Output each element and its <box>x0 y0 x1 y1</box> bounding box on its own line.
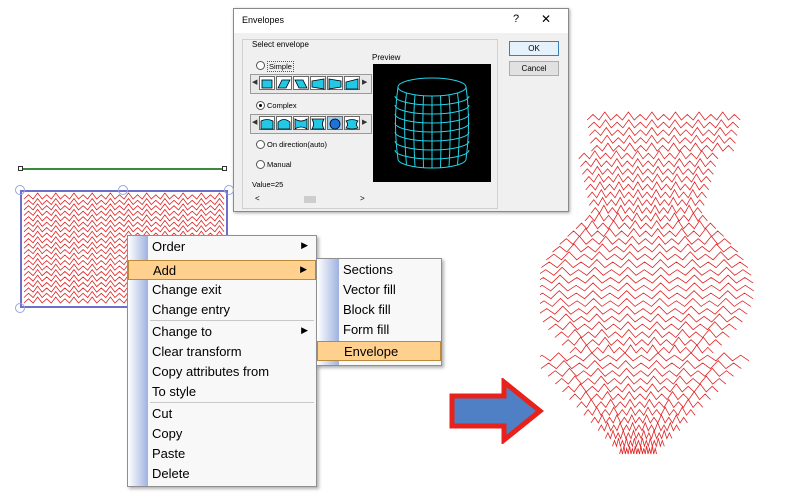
envelope-circle-button[interactable] <box>327 116 343 130</box>
envelope-pinch-button[interactable] <box>293 116 309 130</box>
menu-label: Copy attributes from <box>152 364 270 379</box>
envelope-vase-result <box>540 111 755 455</box>
submenu-label: Vector fill <box>343 282 396 297</box>
strip-left-arrow-icon[interactable]: ◀ <box>252 118 257 126</box>
envelopes-dialog: Envelopes ? ✕ Select envelope Simple ◀ ▶… <box>233 8 569 212</box>
menu-label: Order <box>152 239 186 254</box>
menu-item-add[interactable]: Add ▶ <box>128 260 316 280</box>
dialog-title: Envelopes <box>242 15 285 25</box>
submenu-label: Block fill <box>343 302 391 317</box>
close-button[interactable]: ✕ <box>541 12 551 26</box>
slider-thumb[interactable] <box>304 196 316 203</box>
menu-item-copy-attributes[interactable]: Copy attributes from <box>128 362 316 382</box>
submenu-item-vector-fill[interactable]: Vector fill <box>317 280 441 300</box>
submenu-item-form-fill[interactable]: Form fill <box>317 320 441 340</box>
envelope-taper2-button[interactable] <box>327 76 343 90</box>
envelope-arch-button[interactable] <box>276 116 292 130</box>
envelope-skew2-button[interactable] <box>293 76 309 90</box>
envelope-bulge-button[interactable] <box>310 116 326 130</box>
preview-canvas <box>373 64 491 182</box>
menu-label: Change entry <box>152 302 231 317</box>
label-complex: Complex <box>267 101 297 110</box>
strip-right-arrow-icon[interactable]: ▶ <box>362 118 367 126</box>
envelope-wave-button[interactable] <box>259 116 275 130</box>
line-handle-right[interactable] <box>222 166 227 171</box>
submenu-item-sections[interactable]: Sections <box>317 260 441 280</box>
submenu-arrow-icon: ▶ <box>301 240 308 250</box>
slider-left-icon[interactable]: < <box>255 194 260 203</box>
menu-label: Cut <box>152 406 173 421</box>
menu-separator <box>150 402 314 403</box>
edge-handle-top[interactable] <box>118 185 128 195</box>
menu-item-cut[interactable]: Cut <box>128 404 316 424</box>
radio-manual[interactable] <box>256 160 265 169</box>
menu-label: Copy <box>152 426 183 441</box>
value-label: Value=25 <box>252 180 284 189</box>
submenu-label: Form fill <box>343 322 390 337</box>
submenu-item-block-fill[interactable]: Block fill <box>317 300 441 320</box>
submenu-arrow-icon: ▶ <box>301 325 308 335</box>
submenu-arrow-icon: ▶ <box>300 264 307 274</box>
group-label: Select envelope <box>250 40 311 49</box>
menu-item-to-style[interactable]: To style <box>128 382 316 402</box>
corner-handle-tr[interactable] <box>224 185 234 195</box>
submenu-label: Envelope <box>344 344 399 359</box>
menu-label: To style <box>152 384 197 399</box>
menu-item-paste[interactable]: Paste <box>128 444 316 464</box>
context-menu: Order ▶ Add ▶ Change exit Change entry Cha… <box>127 235 317 487</box>
barrel-preview <box>394 77 470 169</box>
menu-label: Delete <box>152 466 190 481</box>
strip-left-arrow-icon[interactable]: ◀ <box>252 78 257 86</box>
corner-handle-tl[interactable] <box>15 185 25 195</box>
slider-right-icon[interactable]: > <box>360 194 365 203</box>
corner-handle-bl[interactable] <box>15 303 25 313</box>
menu-item-order[interactable]: Order ▶ <box>128 237 316 257</box>
menu-separator <box>150 320 314 321</box>
radio-complex[interactable] <box>256 101 265 110</box>
envelope-flag-button[interactable] <box>344 116 360 130</box>
menu-label: Paste <box>152 446 186 461</box>
menu-item-change-to[interactable]: Change to ▶ <box>128 322 316 342</box>
label-on-direction: On direction(auto) <box>267 140 328 149</box>
menu-item-change-exit[interactable]: Change exit <box>128 280 316 300</box>
preview-label: Preview <box>372 53 401 62</box>
strip-right-arrow-icon[interactable]: ▶ <box>362 78 367 86</box>
menu-item-change-entry[interactable]: Change entry <box>128 300 316 320</box>
menu-label: Change to <box>152 324 212 339</box>
submenu-label: Sections <box>343 262 393 277</box>
label-simple: Simple <box>267 61 294 72</box>
menu-item-clear-transform[interactable]: Clear transform <box>128 342 316 362</box>
menu-label: Add <box>153 263 177 278</box>
right-arrow-icon <box>449 378 544 444</box>
cancel-button[interactable]: Cancel <box>509 61 559 76</box>
radio-simple[interactable] <box>256 61 265 70</box>
label-manual: Manual <box>267 160 292 169</box>
help-button[interactable]: ? <box>513 13 519 25</box>
menu-item-copy[interactable]: Copy <box>128 424 316 444</box>
menu-label: Clear transform <box>152 344 242 359</box>
envelope-taper-button[interactable] <box>310 76 326 90</box>
menu-item-delete[interactable]: Delete <box>128 464 316 484</box>
envelope-wedge-button[interactable] <box>344 76 360 90</box>
direction-line[interactable] <box>20 168 226 170</box>
ok-button[interactable]: OK <box>509 41 559 56</box>
submenu-item-envelope[interactable]: Envelope <box>317 341 441 361</box>
radio-on-direction[interactable] <box>256 140 265 149</box>
add-submenu: Sections Vector fill Block fill Form fil… <box>316 258 442 366</box>
envelope-skew-button[interactable] <box>276 76 292 90</box>
line-handle-left[interactable] <box>18 166 23 171</box>
menu-label: Change exit <box>152 282 222 297</box>
envelope-rect-button[interactable] <box>259 76 275 90</box>
